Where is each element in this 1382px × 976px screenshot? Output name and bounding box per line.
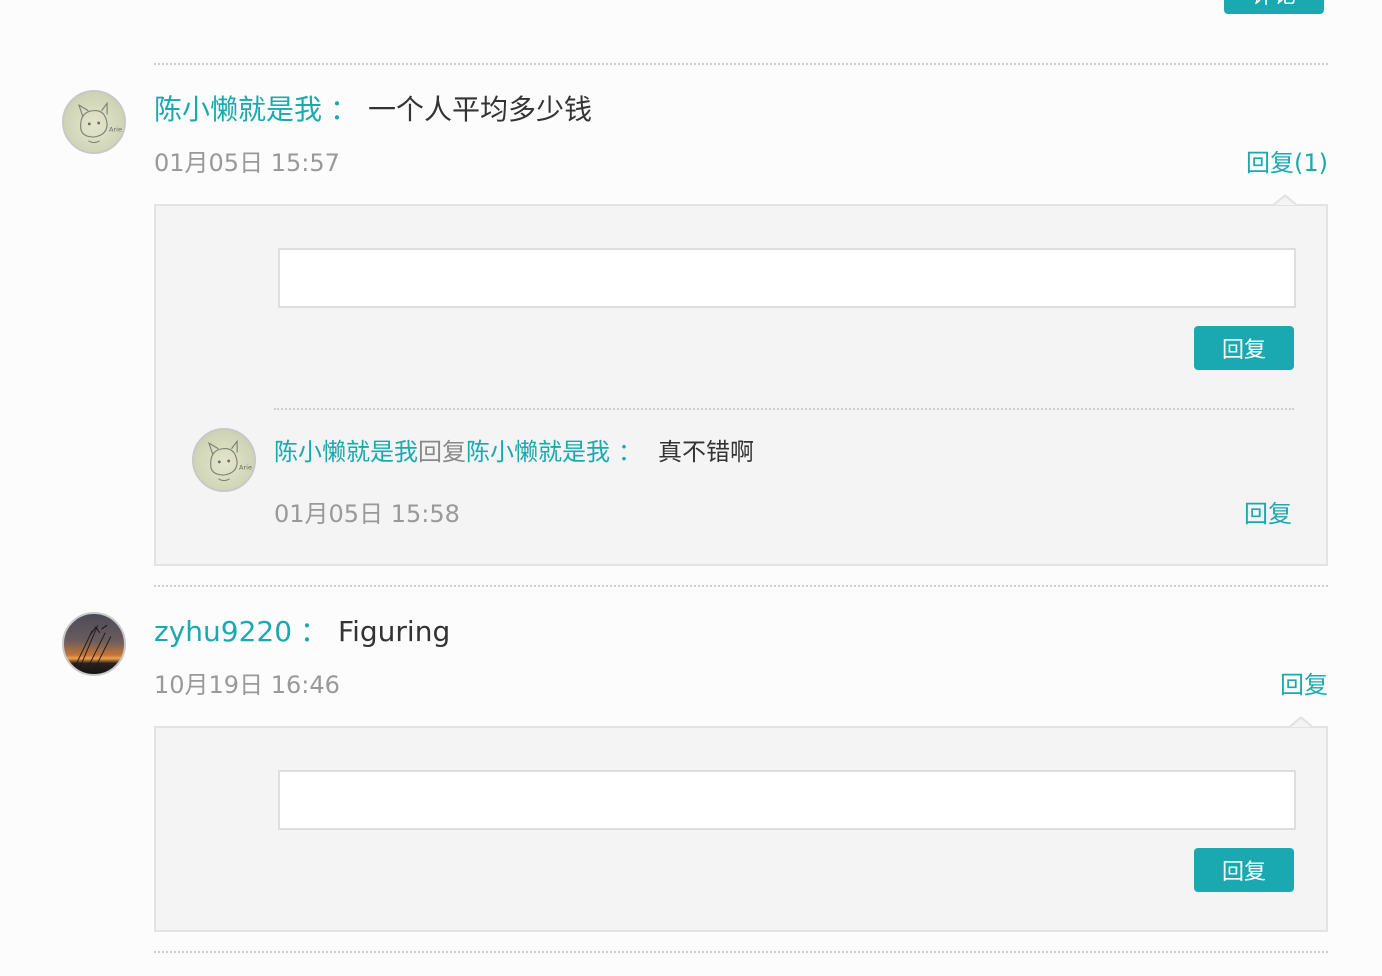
reply-word: 回复 <box>418 438 466 466</box>
comment-divider <box>154 63 1328 65</box>
submit-comment-button[interactable]: 评论 <box>1224 0 1324 14</box>
reply-panel: 回复 Arie 陈小懒就是我回复陈小懒就是我：真不错啊 01月05日 15:58… <box>154 194 1328 566</box>
panel-pointer-arrow <box>1289 716 1313 727</box>
comment-divider <box>154 951 1328 953</box>
reply-submit-button[interactable]: 回复 <box>1194 848 1294 892</box>
panel-pointer-arrow <box>1273 194 1297 205</box>
reply-divider <box>274 408 1294 410</box>
reply-to-username[interactable]: 陈小懒就是我 <box>466 438 610 466</box>
comment-divider <box>154 585 1328 587</box>
username-link[interactable]: 陈小懒就是我 <box>154 93 322 126</box>
separator-colon: ： <box>300 615 329 648</box>
svg-text:Arie: Arie <box>239 463 252 471</box>
reply-link[interactable]: 回复 <box>1206 498 1292 530</box>
reply-count-link[interactable]: 回复(1) <box>1200 147 1328 179</box>
user-avatar[interactable]: Arie <box>62 90 126 154</box>
comment-header: zyhu9220： Figuring <box>154 612 450 652</box>
reply-text: 真不错啊 <box>658 438 754 466</box>
reply-input[interactable] <box>278 248 1296 308</box>
reply-link[interactable]: 回复 <box>1240 669 1328 701</box>
sketch-avatar-icon: Arie <box>207 439 252 482</box>
comment-text: Figuring <box>338 615 451 648</box>
comment-header: 陈小懒就是我： 一个人平均多少钱 <box>154 90 592 130</box>
svg-text:Arie: Arie <box>109 125 122 133</box>
user-avatar[interactable] <box>62 612 126 676</box>
comment-text: 一个人平均多少钱 <box>368 93 593 126</box>
sketch-avatar-icon: Arie <box>77 101 122 144</box>
reply-submit-button[interactable]: 回复 <box>1194 326 1294 370</box>
username-link[interactable]: zyhu9220 <box>154 615 292 648</box>
separator-colon: ： <box>330 93 359 126</box>
separator-colon: ： <box>618 438 642 466</box>
user-avatar[interactable]: Arie <box>192 428 256 492</box>
sunset-avatar-icon <box>71 624 112 674</box>
comment-timestamp: 10月19日 16:46 <box>154 671 340 699</box>
comment-timestamp: 01月05日 15:57 <box>154 149 340 177</box>
reply-panel: 回复 <box>154 716 1328 932</box>
reply-input[interactable] <box>278 770 1296 830</box>
nested-reply-header: 陈小懒就是我回复陈小懒就是我 ： 真不错啊 <box>274 434 754 470</box>
reply-timestamp: 01月05日 15:58 <box>274 500 460 528</box>
reply-from-username[interactable]: 陈小懒就是我 <box>274 438 418 466</box>
